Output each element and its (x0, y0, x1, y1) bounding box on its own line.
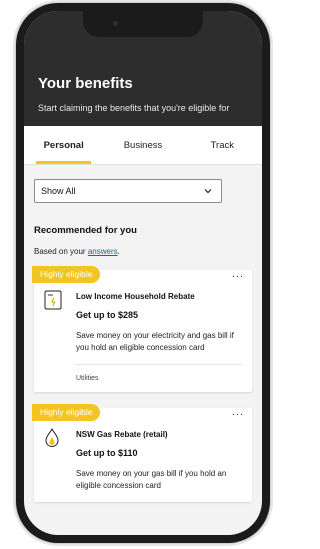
benefit-card[interactable]: Highly eligible ... Low Income Household… (32, 266, 252, 392)
card-body: NSW Gas Rebate (retail) Get up to $110 S… (34, 424, 252, 502)
card-divider (76, 364, 242, 365)
more-options-icon[interactable]: ... (232, 268, 244, 280)
card-title: Low Income Household Rebate (76, 292, 195, 301)
tab-bar: Personal Business Track (24, 126, 262, 165)
electricity-meter-icon (44, 290, 62, 310)
phone-notch (83, 11, 203, 37)
filter-select-value: Show All (41, 186, 76, 196)
card-top: Highly eligible ... (32, 266, 252, 286)
card-title: NSW Gas Rebate (retail) (76, 430, 168, 439)
tab-personal[interactable]: Personal (24, 126, 103, 164)
based-on-suffix: . (117, 247, 120, 256)
phone-screen: Your benefits Start claiming the benefit… (24, 11, 262, 535)
section-title: Recommended for you (34, 225, 137, 236)
eligibility-badge: Highly eligible (32, 404, 101, 421)
card-description: Save money on your gas bill if you hold … (76, 469, 227, 490)
based-on-prefix: Based on your (34, 247, 88, 256)
card-amount: Get up to $110 (76, 448, 138, 458)
card-body: Low Income Household Rebate Get up to $2… (34, 286, 252, 392)
card-top: Highly eligible ... (32, 404, 252, 424)
chevron-down-icon (204, 189, 212, 194)
answers-link[interactable]: answers (88, 247, 118, 256)
tab-business[interactable]: Business (103, 126, 182, 164)
card-text: Low Income Household Rebate Get up to $2… (76, 290, 242, 382)
eligibility-badge: Highly eligible (32, 266, 101, 283)
card-amount: Get up to $285 (76, 310, 139, 320)
benefit-card[interactable]: Highly eligible ... NSW Gas Rebate (reta… (32, 404, 252, 502)
benefits-header: Your benefits Start claiming the benefit… (24, 65, 262, 126)
based-on-text: Based on your answers. (34, 247, 252, 256)
filter-select[interactable]: Show All (34, 179, 222, 203)
icon-box (44, 427, 64, 492)
card-text: NSW Gas Rebate (retail) Get up to $110 S… (76, 428, 242, 492)
icon-box (44, 290, 64, 382)
page-title: Your benefits (38, 75, 133, 92)
card-category: Utilities (76, 375, 99, 382)
tab-track[interactable]: Track (183, 126, 262, 164)
main-content: Show All Recommended for you Based on yo… (24, 165, 262, 502)
gas-flame-icon (45, 427, 59, 448)
camera-icon (113, 21, 118, 26)
phone-frame: Your benefits Start claiming the benefit… (16, 3, 270, 543)
more-options-icon[interactable]: ... (232, 406, 244, 418)
page-subtitle: Start claiming the benefits that you're … (38, 103, 230, 113)
card-description: Save money on your electricity and gas b… (76, 331, 234, 352)
